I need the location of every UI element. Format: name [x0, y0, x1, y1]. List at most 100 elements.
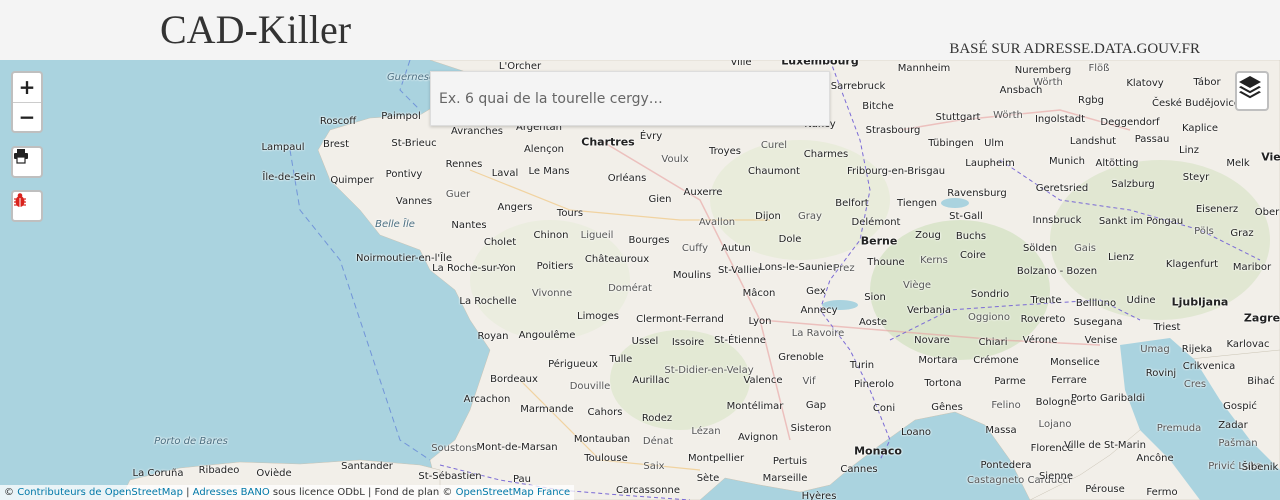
- map-place-label: Hyères: [801, 491, 837, 500]
- map-place-label: Šibenik: [1241, 462, 1279, 473]
- map-place-label: Voulx: [661, 154, 689, 165]
- map-place-label: Aurillac: [632, 375, 670, 386]
- print-button[interactable]: [11, 146, 43, 178]
- map-place-label: Vif: [802, 376, 816, 387]
- bug-report-button[interactable]: [11, 190, 43, 222]
- map-place-label: St-Sébastien: [418, 471, 482, 482]
- map-place-label: Aoste: [858, 317, 888, 328]
- map-place-label: Paimpol: [381, 111, 421, 122]
- border-maritime-north: [399, 60, 421, 111]
- map-place-label: Pöls: [1194, 226, 1214, 237]
- map-place-label: Susegana: [1073, 317, 1123, 328]
- map-place-label: La Roche-sur-Yon: [432, 263, 516, 274]
- map-place-label: Verbania: [906, 305, 952, 316]
- map-place-label: St-Vallier: [717, 265, 763, 276]
- search-box: [430, 71, 830, 126]
- map-place-label: Monselice: [1050, 357, 1100, 368]
- map-place-label: Zoug: [915, 230, 941, 241]
- bano-link[interactable]: Adresses BANO: [193, 487, 270, 498]
- map-place-label: Gais: [1074, 243, 1096, 254]
- map-place-label: Annecy: [800, 305, 838, 316]
- map-place-label: Mannheim: [897, 63, 951, 74]
- map-place-label: Tortona: [924, 378, 962, 389]
- map-place-label: Nantes: [451, 220, 487, 231]
- map-place-label: Deggendorf: [1100, 117, 1160, 128]
- map-place-label: St-Didier-en-Velay: [664, 365, 754, 376]
- map-place-label: Kerns: [920, 255, 948, 266]
- map-place-label: Ingolstadt: [1034, 114, 1086, 125]
- zoom-out-button[interactable]: −: [13, 102, 41, 131]
- map-place-label: Tours: [556, 208, 584, 219]
- map-place-label: Charmes: [803, 149, 849, 160]
- map-place-label: Vie: [1261, 150, 1280, 164]
- map-place-label: Sankt im Pongau: [1098, 216, 1184, 227]
- map-place-label: Sisteron: [790, 423, 832, 434]
- osm-france-link[interactable]: OpenStreetMap France: [456, 487, 571, 498]
- map-place-label: Belfort: [835, 198, 869, 209]
- map-place-label: Montpellier: [687, 453, 745, 464]
- map-place-label: Wörth: [1033, 77, 1063, 88]
- map-place-label: Curel: [760, 140, 788, 151]
- map-place-label: Autun: [721, 243, 751, 254]
- map-place-label: Graz: [1230, 228, 1254, 239]
- map-place-label: Venise: [1084, 335, 1118, 346]
- map-place-label: Ravensburg: [947, 188, 1007, 199]
- header: CAD-Killer BASÉ SUR ADRESSE.DATA.GOUV.FR: [0, 0, 1280, 60]
- map-place-label: Rodez: [641, 413, 673, 424]
- map-place-label: Gap: [805, 400, 827, 411]
- map-place-label: Tábor: [1193, 77, 1221, 88]
- map-place-label: Kaplice: [1181, 123, 1219, 134]
- map-place-label: Pontedera: [980, 460, 1032, 471]
- map-place-label: Porto Garibaldi: [1070, 393, 1146, 404]
- map-place-label: Maribor: [1232, 262, 1272, 273]
- map-place-label: Poitiers: [536, 261, 574, 272]
- osm-contributors-link[interactable]: Contributeurs de OpenStreetMap: [17, 487, 183, 498]
- map[interactable]: Luxembourg Mannheim Nuremberg Sarrebruck Ans…: [0, 60, 1280, 500]
- map-place-label: Coire: [960, 250, 986, 261]
- map-place-label: Landshut: [1069, 136, 1117, 147]
- map-place-label: Berne: [860, 234, 898, 248]
- map-place-label: Vivonne: [531, 288, 573, 299]
- map-place-label: Rijeka: [1181, 344, 1213, 355]
- map-place-label: Bourges: [628, 235, 670, 246]
- map-place-label: Ville: [730, 60, 752, 68]
- map-place-label: Avranches: [451, 126, 503, 137]
- map-place-label: Coni: [872, 403, 896, 414]
- map-place-label: Cahors: [587, 407, 623, 418]
- map-place-label: Udine: [1126, 295, 1156, 306]
- map-place-label: Sète: [696, 473, 720, 484]
- map-place-label: Lojano: [1038, 419, 1072, 430]
- map-place-label: Premuda: [1156, 423, 1202, 434]
- map-place-label: Mâcon: [742, 288, 776, 299]
- map-place-label: Thoune: [867, 257, 905, 268]
- map-place-label: Gray: [798, 211, 822, 222]
- search-input[interactable]: [431, 72, 829, 125]
- map-place-label: Bordeaux: [490, 374, 538, 385]
- map-place-label: Crémone: [973, 355, 1019, 366]
- map-place-label: Chiari: [978, 337, 1008, 348]
- map-place-label: Steyr: [1182, 172, 1210, 183]
- map-place-label: Sienne: [1038, 471, 1074, 482]
- map-place-label: Bihać: [1247, 376, 1275, 387]
- map-place-label: Ligueil: [580, 230, 614, 241]
- map-place-label: Bellluno: [1075, 298, 1117, 309]
- map-place-label: Lienz: [1107, 252, 1135, 263]
- map-place-label: Altötting: [1095, 158, 1139, 169]
- zoom-in-button[interactable]: +: [13, 73, 41, 102]
- layers-button[interactable]: [1235, 71, 1269, 111]
- map-place-label: Évry: [639, 131, 663, 142]
- map-place-label: Brest: [322, 139, 350, 150]
- map-place-label: Pau: [512, 474, 532, 485]
- map-place-label: Chaumont: [748, 166, 800, 177]
- attribution: © Contributeurs de OpenStreetMap | Adres…: [0, 485, 575, 500]
- map-place-label: La Ravoire: [791, 328, 845, 339]
- map-place-label: Geretsried: [1035, 183, 1089, 194]
- map-place-label: Sondrio: [970, 289, 1010, 300]
- map-place-label: Sarrebruck: [830, 81, 886, 92]
- attribution-sep: |: [182, 487, 193, 498]
- map-place-label: Fribourg-en-Brisgau: [846, 166, 946, 177]
- map-place-label: Bitche: [862, 101, 894, 112]
- layers-icon: [1239, 76, 1261, 99]
- map-place-label: Gênes: [931, 402, 963, 413]
- map-place-label: Alençon: [523, 144, 565, 155]
